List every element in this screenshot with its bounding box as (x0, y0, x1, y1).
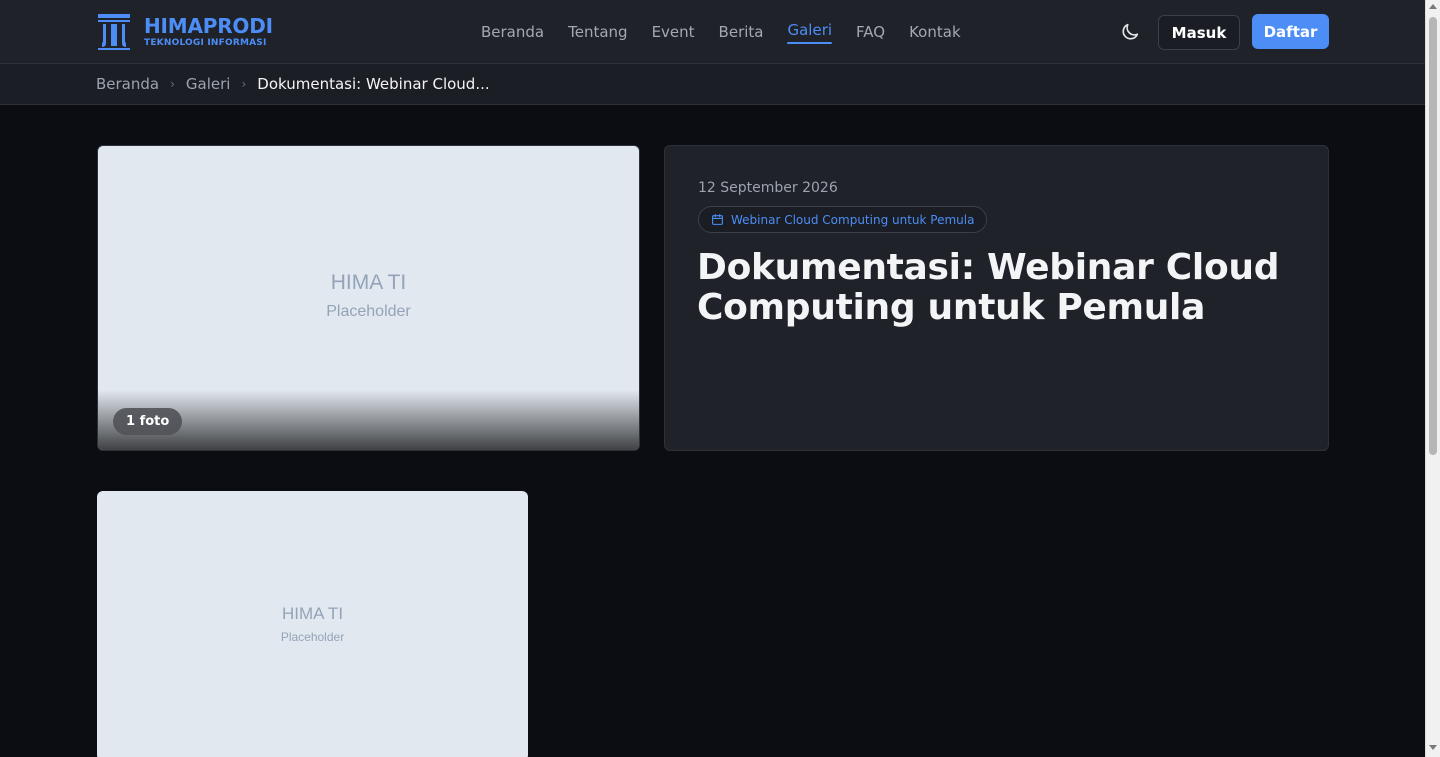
nav-item-kontak[interactable]: Kontak (909, 23, 961, 41)
event-link-label: Webinar Cloud Computing untuk Pemula (731, 212, 975, 227)
nav-item-event[interactable]: Event (652, 23, 695, 41)
thumbnail-placeholder-title: HIMA TI (281, 604, 344, 623)
thumbnail-placeholder-subtitle: Placeholder (280, 630, 345, 644)
gallery-title: Dokumentasi: Webinar Cloud Computing unt… (697, 247, 1280, 328)
main-nav: Beranda Tentang Event Berita Galeri FAQ … (481, 0, 985, 64)
nav-item-tentang[interactable]: Tentang (568, 23, 627, 41)
gallery-info-card: 12 September 2026 Webinar Cloud Computin… (664, 145, 1329, 451)
breadcrumb-section[interactable]: Galeri (186, 75, 231, 93)
scroll-up-arrow-icon[interactable] (1429, 4, 1437, 9)
breadcrumb-bar: Beranda › Galeri › Dokumentasi: Webinar … (0, 64, 1425, 105)
event-link-pill[interactable]: Webinar Cloud Computing untuk Pemula (698, 206, 988, 233)
calendar-icon (712, 214, 723, 225)
moon-icon (1122, 23, 1139, 40)
nav-item-galeri[interactable]: Galeri (787, 21, 832, 44)
scroll-down-arrow-icon[interactable] (1429, 745, 1437, 750)
main-gallery-image[interactable]: HIMA TI Placeholder 1 foto (97, 145, 640, 451)
register-button[interactable]: Daftar (1252, 14, 1329, 49)
login-button[interactable]: Masuk (1158, 15, 1240, 50)
theme-toggle-button[interactable] (1119, 21, 1141, 43)
breadcrumb: Beranda › Galeri › Dokumentasi: Webinar … (96, 64, 490, 104)
scrollbar-thumb[interactable] (1429, 17, 1437, 455)
brand-logo[interactable]: HIMAPRODI TEKNOLOGI INFORMASI (97, 13, 273, 51)
nav-item-faq[interactable]: FAQ (856, 23, 885, 41)
chevron-right-icon: › (241, 77, 247, 91)
breadcrumb-current: Dokumentasi: Webinar Cloud... (257, 75, 490, 93)
gallery-thumbnail[interactable]: HIMA TI Placeholder (97, 491, 528, 757)
photo-count-badge: 1 foto (113, 408, 183, 435)
gallery-date: 12 September 2026 (698, 180, 838, 196)
nav-item-beranda[interactable]: Beranda (481, 23, 544, 41)
site-header: HIMAPRODI TEKNOLOGI INFORMASI Beranda Te… (0, 0, 1425, 64)
placeholder-title: HIMA TI (330, 271, 407, 294)
nav-item-berita[interactable]: Berita (719, 23, 764, 41)
breadcrumb-home[interactable]: Beranda (96, 75, 159, 93)
vertical-scrollbar[interactable] (1425, 0, 1440, 757)
page: HIMAPRODI TEKNOLOGI INFORMASI Beranda Te… (0, 0, 1425, 757)
placeholder-subtitle: Placeholder (326, 303, 411, 320)
logo-icon (98, 14, 130, 50)
brand-subtitle: TEKNOLOGI INFORMASI (144, 38, 267, 48)
chevron-right-icon: › (170, 77, 175, 91)
brand-title: HIMAPRODI (144, 14, 273, 38)
